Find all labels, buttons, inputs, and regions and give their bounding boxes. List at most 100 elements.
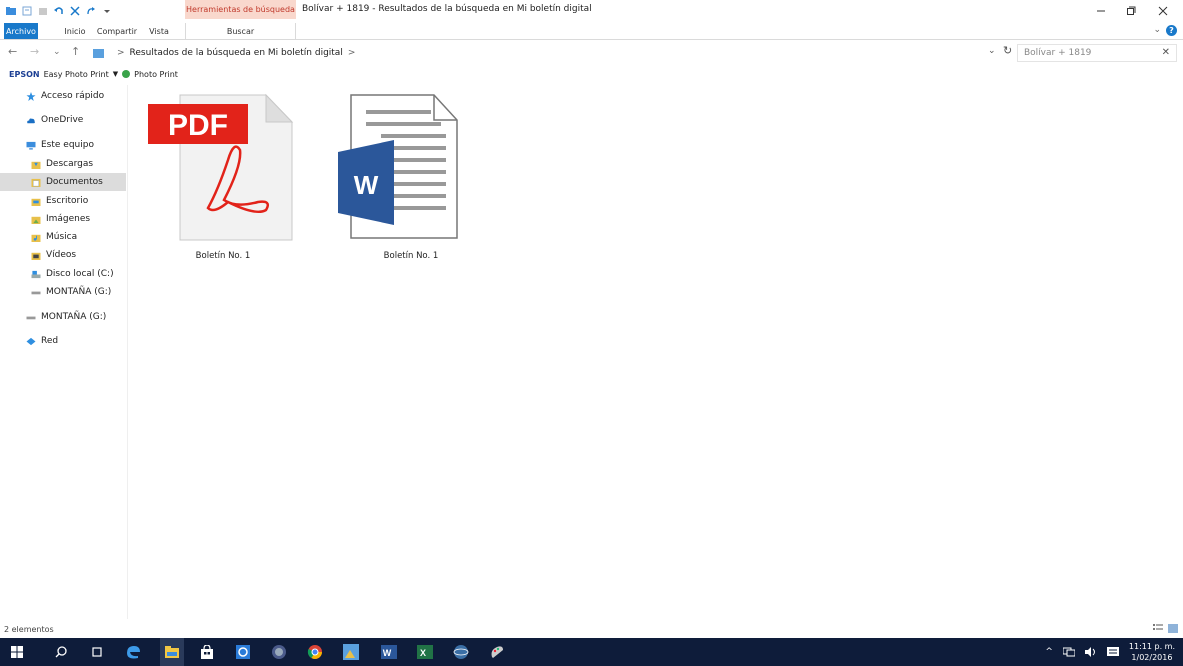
store-taskbar-button[interactable] — [198, 643, 216, 661]
customize-toolbar-icon[interactable] — [102, 6, 112, 16]
store-icon — [201, 645, 213, 659]
help-icon[interactable]: ? — [1166, 25, 1177, 36]
tab-inicio[interactable]: Inicio — [60, 23, 90, 39]
new-folder-icon[interactable] — [38, 6, 48, 16]
properties-icon[interactable] — [22, 6, 32, 16]
details-view-icon[interactable] — [1153, 624, 1163, 633]
sidebar-item-imagenes[interactable]: Imágenes — [0, 210, 126, 228]
epson-toolbar: EPSON Easy Photo Print ▼ Photo Print — [0, 66, 1183, 82]
redo-icon[interactable] — [86, 6, 96, 16]
minimize-button[interactable] — [1090, 2, 1112, 20]
edge-taskbar-button[interactable] — [124, 643, 142, 661]
sidebar-item-este-equipo[interactable]: Este equipo — [0, 136, 126, 154]
network-icon — [26, 337, 36, 345]
photo-print-button[interactable]: Photo Print — [134, 70, 178, 79]
tab-vista[interactable]: Vista — [146, 23, 172, 39]
sidebar-item-label: Escritorio — [46, 196, 89, 206]
excel-taskbar-button[interactable]: X — [416, 643, 434, 661]
sidebar-item-videos[interactable]: Vídeos — [0, 246, 126, 264]
refresh-icon[interactable]: ↻ — [1003, 44, 1012, 57]
svg-text:X: X — [420, 648, 426, 658]
sidebar-item-label: MONTAÑA (G:) — [46, 287, 112, 297]
file-explorer-icon — [165, 646, 179, 658]
photos-taskbar-button[interactable] — [342, 643, 360, 661]
file-item[interactable]: PDF Boletín No. 1 — [148, 90, 298, 261]
item-count: 2 elementos — [4, 624, 54, 634]
svg-text:PDF: PDF — [168, 109, 228, 142]
clear-search-icon[interactable]: ✕ — [1162, 47, 1170, 58]
address-dropdown-icon[interactable]: ⌄ — [988, 46, 996, 56]
sidebar-item-label: Vídeos — [46, 250, 77, 260]
dropdown-arrow-icon[interactable]: ▼ — [113, 70, 118, 78]
usb-drive-icon — [31, 291, 41, 294]
file-view: PDF Boletín No. 1 W Boletín No. 1 — [130, 85, 1180, 619]
tab-compartir[interactable]: Compartir — [96, 23, 138, 39]
sidebar-item-red[interactable]: Red — [0, 332, 126, 350]
sidebar-item-onedrive[interactable]: OneDrive — [0, 111, 126, 129]
start-button[interactable] — [8, 643, 26, 661]
search-button[interactable] — [52, 643, 70, 661]
back-arrow-icon[interactable]: ← — [8, 45, 17, 58]
delete-icon[interactable] — [70, 6, 80, 16]
photo-print-icon — [122, 70, 131, 78]
sidebar-item-label: Disco local (C:) — [46, 269, 114, 279]
chevron-down-icon[interactable]: ⌄ — [1153, 25, 1161, 35]
action-center-icon[interactable] — [1106, 646, 1119, 658]
local-disk-icon — [31, 270, 41, 278]
svg-text:W: W — [383, 648, 392, 658]
up-arrow-icon[interactable]: ↑ — [71, 45, 80, 58]
undo-icon[interactable] — [54, 6, 64, 16]
restore-button[interactable] — [1120, 2, 1142, 20]
epson-logo: EPSON — [9, 69, 40, 79]
sidebar-item-disco-local[interactable]: Disco local (C:) — [0, 265, 126, 283]
close-button[interactable] — [1152, 2, 1174, 20]
breadcrumb-separator[interactable]: > — [348, 48, 356, 58]
firefox-taskbar-button[interactable] — [270, 643, 288, 661]
sidebar-item-label: OneDrive — [41, 115, 84, 125]
breadcrumb-separator[interactable]: > — [117, 48, 125, 58]
sidebar-item-montana-g-2[interactable]: MONTAÑA (G:) — [0, 308, 126, 326]
forward-arrow-icon[interactable]: → — [30, 45, 39, 58]
system-tray: ^ 11:11 p. m. 1/02/2016 — [1045, 638, 1175, 666]
tab-buscar[interactable]: Buscar — [185, 23, 296, 39]
sidebar-item-label: Descargas — [46, 159, 94, 169]
clock[interactable]: 11:11 p. m. 1/02/2016 — [1129, 641, 1175, 663]
paint-taskbar-button[interactable] — [488, 643, 506, 661]
quick-access-toolbar — [6, 4, 112, 18]
sidebar-item-musica[interactable]: Música — [0, 228, 126, 246]
task-view-button[interactable] — [88, 643, 106, 661]
taskbar: W X ^ 11:11 p. m. 1/02/2016 — [0, 638, 1183, 666]
close-icon — [1158, 6, 1168, 16]
easy-photo-print-button[interactable]: Easy Photo Print — [44, 70, 109, 79]
sidebar-item-acceso-rapido[interactable]: Acceso rápido — [0, 87, 126, 105]
file-item[interactable]: W Boletín No. 1 — [336, 90, 486, 261]
chrome-taskbar-button[interactable] — [306, 643, 324, 661]
sidebar-item-documentos[interactable]: Documentos — [0, 173, 126, 191]
breadcrumb-path[interactable]: Resultados de la búsqueda en Mi boletín … — [130, 48, 343, 58]
network-app-taskbar-button[interactable] — [452, 643, 470, 661]
show-hidden-icons-chevron-icon[interactable]: ^ — [1045, 647, 1053, 657]
sidebar-item-descargas[interactable]: Descargas — [0, 155, 126, 173]
word-taskbar-button[interactable]: W — [380, 643, 398, 661]
explorer-icon — [6, 7, 16, 15]
network-status-icon[interactable] — [1062, 647, 1075, 657]
svg-text:W: W — [354, 170, 379, 200]
large-icons-view-icon[interactable] — [1168, 624, 1178, 633]
navigation-pane: Acceso rápido OneDrive Este equipo Desca… — [0, 85, 128, 619]
sidebar-item-escritorio[interactable]: Escritorio — [0, 192, 126, 210]
address-bar[interactable]: > Resultados de la búsqueda en Mi boletí… — [90, 44, 995, 62]
photo-app-icon — [343, 644, 359, 660]
usb-drive-icon — [26, 316, 36, 319]
restore-icon — [1127, 6, 1136, 15]
volume-icon[interactable] — [1084, 647, 1097, 657]
recent-locations-chevron-icon[interactable]: ⌄ — [53, 47, 61, 57]
tab-archivo[interactable]: Archivo — [4, 23, 38, 39]
sidebar-item-montana-g-1[interactable]: MONTAÑA (G:) — [0, 283, 126, 301]
search-input[interactable]: Bolívar + 1819 ✕ — [1017, 44, 1177, 62]
calendar-app-icon — [236, 645, 250, 659]
desktop-folder-icon — [31, 198, 41, 206]
outlook-taskbar-button[interactable] — [234, 643, 252, 661]
file-explorer-taskbar-button[interactable] — [160, 638, 184, 666]
minimize-icon — [1097, 10, 1105, 12]
word-file-icon: W — [338, 94, 458, 239]
